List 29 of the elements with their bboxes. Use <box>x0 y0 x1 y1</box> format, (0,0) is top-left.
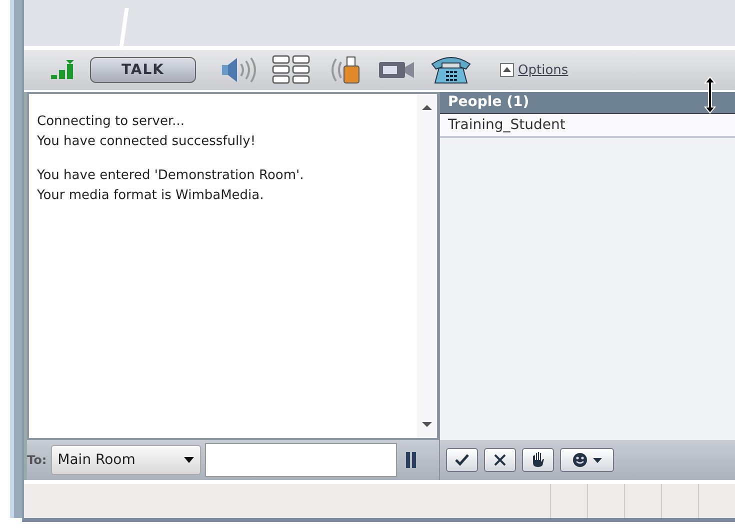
options-link[interactable]: Options <box>500 62 568 78</box>
chat-message: Connecting to server... <box>37 113 186 131</box>
chat-message: You have entered 'Demonstration Room'. <box>37 167 305 185</box>
hand-icon <box>531 452 545 468</box>
smiley-icon <box>572 452 588 468</box>
scrollbar[interactable] <box>417 94 437 438</box>
grid-icon[interactable] <box>272 55 312 85</box>
dropdown-arrow-icon <box>593 458 602 462</box>
raise-hand-button[interactable] <box>522 448 554 472</box>
message-input[interactable] <box>204 443 397 477</box>
check-icon <box>455 454 469 466</box>
chat-message: You have connected successfully! <box>37 133 257 151</box>
emoticon-dropdown[interactable] <box>560 448 614 472</box>
signal-icon <box>50 59 76 81</box>
close-icon <box>494 454 506 466</box>
pause-icon[interactable] <box>404 452 417 468</box>
telephone-icon[interactable] <box>430 55 472 85</box>
to-label: To: <box>27 453 47 467</box>
video-camera-icon[interactable] <box>378 59 416 81</box>
talk-button[interactable]: TALK <box>90 57 196 83</box>
dropdown-arrow-icon <box>184 457 194 463</box>
check-button[interactable] <box>446 448 478 472</box>
recipient-dropdown[interactable]: Main Room <box>50 445 201 475</box>
people-header: People (1) <box>440 92 735 114</box>
people-item[interactable]: Training_Student <box>440 114 735 138</box>
chat-message: Your media format is WimbaMedia. <box>37 187 265 205</box>
expand-icon <box>500 63 514 77</box>
speaker-icon[interactable] <box>220 56 258 84</box>
close-button[interactable] <box>484 448 516 472</box>
